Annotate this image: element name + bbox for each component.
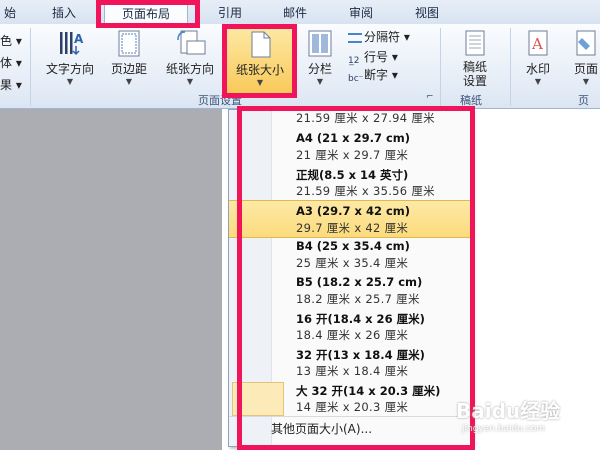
annotation-highlight-tab <box>96 0 200 28</box>
group-separator <box>30 28 31 106</box>
manuscript-icon <box>465 30 485 56</box>
orientation-label: 纸张方向 <box>165 62 214 76</box>
tab-home[interactable]: 始 <box>0 4 20 22</box>
margins-button[interactable]: 页边距 ▼ <box>104 28 154 87</box>
watermark-label: 水印 <box>525 62 550 76</box>
page-color-label: 页面 <box>573 62 598 76</box>
line-numbers-button[interactable]: 1̲2 行号 ▾ <box>348 48 398 68</box>
text-direction-label: 文字方向 <box>45 62 94 76</box>
orientation-button[interactable]: 纸张方向 ▼ <box>158 28 222 87</box>
annotation-highlight-dropdown <box>237 106 475 450</box>
chevron-down-icon: ▼ <box>582 77 590 86</box>
chevron-down-icon: ▼ <box>186 77 194 86</box>
svg-text:A: A <box>531 35 543 53</box>
orientation-icon <box>177 30 206 55</box>
hyphenation-icon: bc⁻ <box>348 74 364 84</box>
page-color-icon <box>576 30 596 56</box>
watermark-icon: A <box>528 30 548 56</box>
watermark-text: Baidu经验 <box>456 399 561 423</box>
theme-effects-button[interactable]: 果 ▾ <box>0 76 22 93</box>
ribbon-tab-bar: 始 插入 页面布局 引用 邮件 审阅 视图 <box>0 0 600 25</box>
breaks-label: 分隔符 <box>364 30 401 44</box>
columns-label: 分栏 <box>307 62 332 76</box>
chevron-down-icon: ▼ <box>316 77 324 86</box>
svg-text:A: A <box>74 32 84 46</box>
baidu-watermark: Baidu经验 jingyan.baidu.com <box>456 393 596 434</box>
chevron-down-icon: ▼ <box>66 77 74 86</box>
manuscript-label-line2: 设置 <box>462 74 487 88</box>
group-separator <box>510 28 511 106</box>
theme-colors-button[interactable]: 色 ▾ <box>0 32 22 49</box>
tab-mailings[interactable]: 邮件 <box>278 4 312 22</box>
watermark-button[interactable]: A 水印 ▼ <box>516 28 560 87</box>
hyphenation-label: 断字 <box>364 68 389 82</box>
margins-icon <box>118 30 140 57</box>
columns-icon <box>308 30 332 57</box>
manuscript-label-line1: 稿纸 <box>462 60 487 74</box>
line-numbers-label: 行号 <box>364 50 389 64</box>
text-direction-icon: A <box>60 32 84 56</box>
text-direction-button[interactable]: A 文字方向 ▼ <box>38 28 102 87</box>
page-color-button[interactable]: 页面 ▼ <box>566 28 600 87</box>
chevron-down-icon: ▼ <box>125 77 133 86</box>
watermark-subtext: jingyan.baidu.com <box>462 424 546 434</box>
margins-label: 页边距 <box>110 62 147 76</box>
breaks-icon <box>348 33 362 43</box>
theme-effects-label: 果 <box>0 78 13 92</box>
page-background-group-label: 页 <box>578 94 589 107</box>
theme-colors-label: 色 <box>0 34 13 48</box>
columns-button[interactable]: 分栏 ▼ <box>298 28 342 87</box>
theme-fonts-label: 体 <box>0 56 13 70</box>
tab-references[interactable]: 引用 <box>213 4 247 22</box>
tab-view[interactable]: 视图 <box>410 4 444 22</box>
chevron-down-icon: ▼ <box>534 77 542 86</box>
breaks-button[interactable]: 分隔符 ▾ <box>348 28 410 45</box>
tab-insert[interactable]: 插入 <box>44 4 84 22</box>
tab-review[interactable]: 审阅 <box>344 4 378 22</box>
hyphenation-button[interactable]: bc⁻断字 ▾ <box>348 66 398 86</box>
manuscript-settings-button[interactable]: 稿纸 设置 <box>446 28 504 88</box>
theme-fonts-button[interactable]: 体 ▾ <box>0 54 22 71</box>
annotation-highlight-size-button <box>222 24 297 98</box>
